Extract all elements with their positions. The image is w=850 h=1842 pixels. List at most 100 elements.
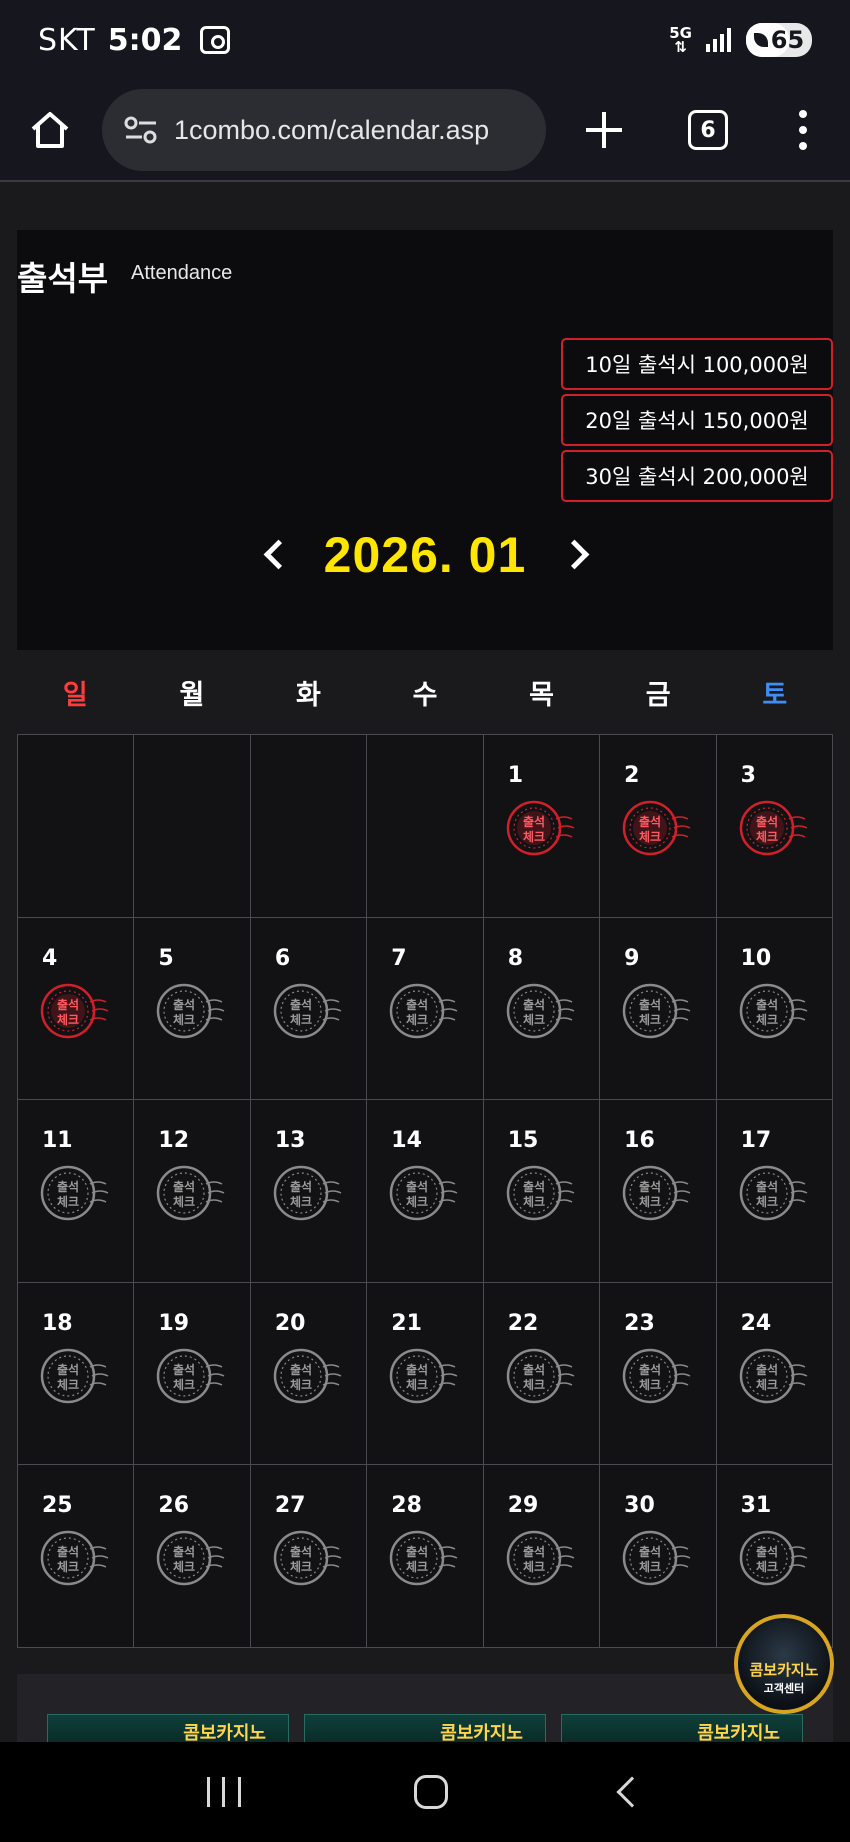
attendance-stamp-icon: 출석 체크 (739, 982, 809, 1040)
svg-text:체크: 체크 (756, 829, 778, 844)
attendance-stamp-icon: 출석 체크 (506, 982, 576, 1040)
battery-indicator: 65 (746, 23, 812, 57)
day-number: 11 (42, 1128, 73, 1154)
calendar-day-cell[interactable]: 9 출석 체크 (600, 917, 717, 1101)
svg-text:출석: 출석 (173, 1179, 195, 1194)
day-number: 27 (274, 1493, 306, 1519)
calendar-day-cell[interactable]: 15 출석 체크 (483, 1100, 601, 1283)
svg-text:체크: 체크 (756, 1377, 778, 1392)
attendance-stamp-icon: 출석 체크 (273, 1347, 343, 1405)
promo-banner[interactable]: 콤보카지노 (304, 1714, 546, 1742)
svg-text:출석: 출석 (639, 814, 661, 829)
calendar-day-cell[interactable]: 20 출석 체크 (250, 1282, 368, 1466)
attendance-stamp-icon: 출석 체크 (273, 1529, 343, 1587)
calendar-day-cell[interactable]: 10 출석 체크 (716, 917, 833, 1101)
page-subtitle: Attendance (131, 262, 233, 284)
day-number: 9 (624, 945, 640, 971)
calendar-day-cell[interactable]: 23 출석 체크 (600, 1282, 717, 1466)
calendar-day-cell[interactable]: 11 출석 체크 (18, 1100, 135, 1283)
day-number: 30 (624, 1493, 655, 1519)
page-content: 출석부 Attendance 10일 출석시 100,000원 20일 출석시 … (0, 184, 850, 1742)
promo-banner[interactable]: 콤보카지노 (47, 1714, 289, 1742)
svg-text:체크: 체크 (57, 1377, 79, 1392)
attendance-stamp-icon: 출석 체크 (389, 1529, 459, 1587)
network-5g-icon: 5G ⇅ (669, 24, 692, 56)
calendar-day-cell[interactable]: 29 출석 체크 (483, 1465, 601, 1648)
network-label: 5G (669, 24, 692, 42)
calendar-day-cell[interactable]: 12 출석 체크 (134, 1100, 251, 1283)
svg-text:출석: 출석 (57, 997, 79, 1012)
calendar-day-cell[interactable]: 17 출석 체크 (716, 1100, 833, 1283)
attendance-stamp-icon: 출석 체크 (506, 1347, 576, 1405)
day-number: 29 (507, 1493, 539, 1519)
svg-text:출석: 출석 (756, 814, 778, 829)
recent-apps-icon[interactable] (206, 1777, 241, 1807)
day-number: 28 (391, 1493, 422, 1519)
day-number: 13 (274, 1128, 306, 1154)
svg-text:출석: 출석 (523, 997, 545, 1012)
calendar-day-cell[interactable]: 8 출석 체크 (483, 917, 601, 1101)
calendar-day-cell[interactable]: 1 출석 체크 (483, 735, 601, 918)
day-number: 7 (391, 945, 407, 971)
calendar-day-cell[interactable]: 5 출석 체크 (134, 917, 251, 1101)
weekday-header: 일 월 화 수 목 금 토 (17, 650, 833, 734)
attendance-stamp-checked-icon: 출석 체크 (739, 799, 809, 857)
weekday-thursday: 목 (529, 679, 555, 711)
calendar-day-cell[interactable]: 16 출석 체크 (600, 1100, 717, 1283)
calendar-day-cell[interactable]: 28 출석 체크 (367, 1465, 484, 1648)
svg-text:출석: 출석 (756, 1544, 778, 1559)
day-number: 21 (391, 1310, 422, 1336)
calendar-day-cell[interactable]: 30 출석 체크 (600, 1465, 717, 1648)
svg-text:출석: 출석 (523, 1179, 545, 1194)
attendance-stamp-icon: 출석 체크 (739, 1347, 809, 1405)
chevron-left-icon[interactable] (256, 535, 290, 575)
calendar-day-cell[interactable]: 19 출석 체크 (134, 1282, 251, 1466)
home-button-icon[interactable] (413, 1775, 448, 1809)
svg-text:출석: 출석 (57, 1179, 79, 1194)
address-bar[interactable]: 1combo.com/calendar.asp (102, 89, 546, 171)
svg-text:체크: 체크 (57, 1194, 79, 1209)
calendar-day-cell[interactable]: 26 출석 체크 (134, 1465, 251, 1648)
weekday-tuesday: 화 (296, 679, 321, 711)
tabs-icon[interactable]: 6 (688, 110, 728, 150)
calendar-day-cell[interactable]: 25 출석 체크 (18, 1465, 135, 1648)
calendar-day-cell[interactable]: 22 출석 체크 (483, 1282, 601, 1466)
calendar-day-cell[interactable]: 6 출석 체크 (250, 917, 368, 1101)
calendar-day-cell[interactable]: 7 출석 체크 (367, 917, 484, 1101)
month-label: 2026. 01 (323, 527, 527, 583)
svg-text:체크: 체크 (756, 1559, 778, 1574)
svg-text:출석: 출석 (406, 997, 428, 1012)
calendar-day-cell[interactable]: 18 출석 체크 (18, 1282, 135, 1466)
calendar-day-cell[interactable]: 24 출석 체크 (716, 1282, 833, 1466)
calendar-day-cell[interactable]: 27 출석 체크 (250, 1465, 368, 1648)
calendar-day-cell[interactable]: 14 출석 체크 (367, 1100, 484, 1283)
calendar-day-cell[interactable]: 21 출석 체크 (367, 1282, 484, 1466)
svg-text:체크: 체크 (406, 1194, 428, 1209)
banner-strip: 콤보카지노 콤보카지노 콤보카지노 (17, 1674, 833, 1742)
home-icon[interactable] (28, 108, 72, 152)
customer-support-button[interactable]: 콤보카지노 고객센터 (734, 1614, 834, 1714)
tune-icon[interactable] (124, 115, 158, 145)
svg-text:체크: 체크 (290, 1559, 312, 1574)
svg-text:출석: 출석 (290, 1544, 312, 1559)
calendar-day-cell[interactable]: 2 출석 체크 (600, 735, 717, 918)
promo-banner[interactable]: 콤보카지노 (561, 1714, 803, 1742)
calendar-day-cell[interactable]: 4 출석 체크 (18, 917, 135, 1101)
plus-icon[interactable] (582, 108, 626, 152)
calendar-day-cell[interactable]: 3 출석 체크 (716, 735, 833, 918)
weekday-saturday: 토 (762, 679, 788, 711)
svg-text:체크: 체크 (756, 1012, 778, 1027)
calendar-day-cell[interactable]: 13 출석 체크 (250, 1100, 368, 1283)
attendance-header: 출석부 Attendance 10일 출석시 100,000원 20일 출석시 … (17, 230, 833, 650)
more-vert-icon[interactable] (798, 110, 808, 150)
weekday-wednesday: 수 (412, 679, 438, 711)
back-icon[interactable] (616, 1776, 648, 1808)
svg-text:체크: 체크 (173, 1559, 195, 1574)
calendar-empty-cell (250, 735, 368, 918)
attendance-stamp-icon: 출석 체크 (622, 982, 692, 1040)
url-text[interactable]: 1combo.com/calendar.asp (174, 115, 489, 146)
attendance-stamp-icon: 출석 체크 (273, 982, 343, 1040)
chevron-right-icon[interactable] (560, 535, 594, 575)
status-bar: SKT 5:02 5G ⇅ 65 (0, 0, 850, 80)
attendance-stamp-icon: 출석 체크 (622, 1347, 692, 1405)
